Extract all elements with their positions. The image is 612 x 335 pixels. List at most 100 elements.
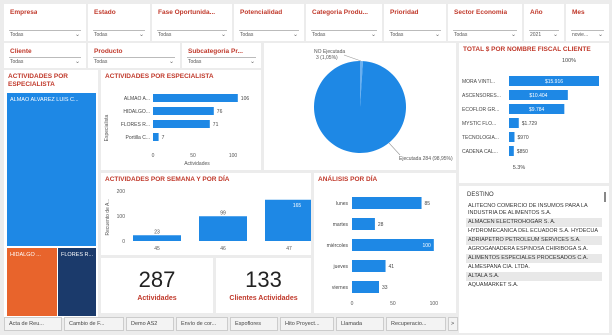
page-tab[interactable]: Acta de Reu...	[4, 317, 62, 331]
destino-item[interactable]: ALMESPANA CIA. LTDA.	[466, 263, 602, 272]
chevron-down-icon[interactable]: ⌄	[221, 31, 226, 38]
data-label: 99	[220, 210, 226, 216]
y-tick-label: CADENA CAL...	[462, 149, 498, 155]
chevron-down-icon[interactable]: ⌄	[371, 31, 376, 38]
filter-value[interactable]: novie...	[572, 32, 588, 38]
bar-especialista	[153, 107, 214, 115]
pie-chart-card: NO Ejecutada 3 (1,05%) Ejecutada 284 (98,9…	[264, 43, 456, 170]
filter-filters-3[interactable]: Potencialidad Todas ⌄	[234, 4, 304, 41]
page-tab[interactable]: Cambio de F...	[64, 317, 124, 331]
bar-dia	[352, 260, 386, 272]
tabs-next-button[interactable]: >	[448, 317, 458, 331]
chevron-down-icon[interactable]: ⌄	[511, 31, 516, 38]
y-tick-label: martes	[333, 222, 349, 228]
filter-filters-2[interactable]: Fase Oportunida... Todas ⌄	[152, 4, 232, 41]
dia-chart-card: ANÁLISIS POR DÍA lunes 85 martes 28 miércole…	[314, 173, 456, 313]
y-tick-label: ASCENSORES...	[462, 93, 501, 99]
chevron-down-icon[interactable]: ⌄	[598, 31, 603, 38]
y-tick-label: ALMAO A...	[124, 96, 150, 102]
filter-filters-5[interactable]: Prioridad Todas ⌄	[384, 4, 446, 41]
filter-value[interactable]: Todas	[10, 32, 23, 38]
filter-title: Cliente	[10, 48, 32, 55]
especialista-chart: Especialista ALMAO A... 106 HIDALGO... 76 FLO…	[104, 94, 249, 167]
filter-value[interactable]: Todas	[158, 32, 171, 38]
filter-title: Sector Economia	[454, 9, 508, 16]
filter-value[interactable]: Todas	[390, 32, 403, 38]
destino-header: DESTINO	[467, 192, 494, 198]
filter-filters-8[interactable]: Mes novie... ⌄	[566, 4, 609, 41]
filter-filters2-1[interactable]: Producto Todas ⌄	[88, 43, 180, 68]
x-tick-label: 100	[430, 301, 439, 307]
x-tick-label: 45	[154, 246, 160, 252]
treemap-tile-hidalgo[interactable]: HIDALGO ...	[7, 248, 57, 316]
page-tab[interactable]: Envío de cor...	[176, 317, 228, 331]
filter-value[interactable]: Todas	[94, 32, 107, 38]
treemap-tile-label: ALMAO ALVAREZ LUIS C...	[10, 97, 79, 103]
data-label: $10.404	[529, 93, 547, 99]
filter-value[interactable]: Todas	[240, 32, 253, 38]
page-tab[interactable]: Recuperacio...	[386, 317, 446, 331]
page-tab[interactable]: Espoflores	[230, 317, 278, 331]
bar-especialista	[153, 133, 159, 141]
filter-filters2-2[interactable]: Subcategoria Pr... Todas ⌄	[182, 43, 261, 68]
kpi-clientes-label: Clientes Actividades	[229, 295, 298, 302]
kpi-card-clientes: 133 Clientes Actividades	[216, 258, 311, 313]
treemap-tile-almao[interactable]: ALMAO ALVAREZ LUIS C...	[7, 93, 96, 246]
chevron-down-icon[interactable]: ⌄	[75, 31, 80, 38]
bar-cliente	[509, 146, 514, 156]
filter-value[interactable]: Todas	[188, 59, 201, 65]
page-tab[interactable]: Hito Proyect...	[280, 317, 334, 331]
chevron-down-icon[interactable]: ⌄	[169, 58, 174, 65]
destino-item[interactable]: ALIMENTOS ESPECIALES PROCESADOS C.A.	[466, 254, 602, 263]
chevron-down-icon[interactable]: ⌄	[293, 31, 298, 38]
filter-filters2-0[interactable]: Cliente Todas ⌄	[4, 43, 86, 68]
chevron-down-icon[interactable]: ⌄	[75, 58, 80, 65]
destino-scrollbar[interactable]	[604, 192, 606, 202]
y-tick-label: viernes	[332, 285, 349, 291]
filter-value[interactable]: Todas	[10, 59, 23, 65]
treemap-title-line1: ACTIVIDADES POR	[8, 73, 68, 80]
filter-filters-7[interactable]: Año 2021 ⌄	[524, 4, 564, 41]
semana-chart-card: ACTIVIDADES POR SEMANA Y POR DÍA Recuent…	[101, 173, 311, 255]
chevron-down-icon[interactable]: ⌄	[139, 31, 144, 38]
y-tick-label: ECOFLOR GR...	[462, 107, 499, 113]
pie-leader-line	[388, 142, 401, 156]
bar-cliente	[509, 118, 519, 128]
filter-filters-1[interactable]: Estado Todas ⌄	[88, 4, 150, 41]
cliente-chart: 100% MORA VINTI... $15.916 ASCENSORES... $10…	[462, 58, 599, 171]
chevron-down-icon[interactable]: ⌄	[553, 31, 558, 38]
chevron-down-icon[interactable]: ⌄	[250, 58, 255, 65]
destino-item[interactable]: AGROGANADERA ESPINOSA CHIRIBOGA S.A.	[466, 245, 602, 254]
filter-value[interactable]: Todas	[312, 32, 325, 38]
filter-filters-4[interactable]: Categoria Produ... Todas ⌄	[306, 4, 382, 41]
destino-item[interactable]: ALMACEN ELECTROHOGAR S. A.	[466, 218, 602, 227]
filter-filters-0[interactable]: Empresa Todas ⌄	[4, 4, 86, 41]
y-tick-label: miércoles	[327, 243, 349, 249]
bar-semana	[133, 235, 181, 241]
filter-value[interactable]: Todas	[94, 59, 107, 65]
filter-value[interactable]: 2021	[530, 32, 541, 38]
cliente-chart-card: TOTAL $ POR NOMBRE FISCAL CLIENTE 100% MO…	[459, 43, 609, 183]
y-tick-label: jueves	[333, 264, 349, 270]
treemap-title-line2: ESPECIALISTA	[8, 81, 55, 88]
filter-value[interactable]: Todas	[454, 32, 467, 38]
x-tick-label: 100	[229, 153, 238, 159]
page-tab[interactable]: Llamada	[336, 317, 384, 331]
treemap-card: ACTIVIDADES POR ESPECIALISTA ALMAO ALVAR…	[4, 70, 98, 318]
pie-leader-line	[343, 54, 362, 62]
data-label: 7	[162, 135, 165, 141]
destino-item[interactable]: ADRIAPETRO PETROLEUM SERVICES S.A.	[466, 236, 602, 245]
destino-item[interactable]: AQUAMARKET S.A.	[466, 281, 602, 290]
destino-item[interactable]: HYDROMECANICA DEL ECUADOR S.A. HYDECUA	[466, 227, 602, 236]
filter-filters-6[interactable]: Sector Economia Todas ⌄	[448, 4, 522, 41]
bar-especialista	[153, 94, 238, 102]
x-tick-label: 0	[351, 301, 354, 307]
filter-title: Fase Oportunida...	[158, 9, 216, 16]
destino-item[interactable]: ALTALA S.A.	[466, 272, 602, 281]
treemap-tile-flores[interactable]: FLORES R...	[58, 248, 96, 316]
kpi-card-actividades: 287 Actividades	[101, 258, 213, 313]
chevron-down-icon[interactable]: ⌄	[435, 31, 440, 38]
bar-cliente	[509, 132, 515, 142]
page-tab[interactable]: Demo AS2	[126, 317, 174, 331]
destino-item[interactable]: ALITECNO COMERCIO DE INSUMOS PARA LA IND…	[466, 202, 602, 218]
